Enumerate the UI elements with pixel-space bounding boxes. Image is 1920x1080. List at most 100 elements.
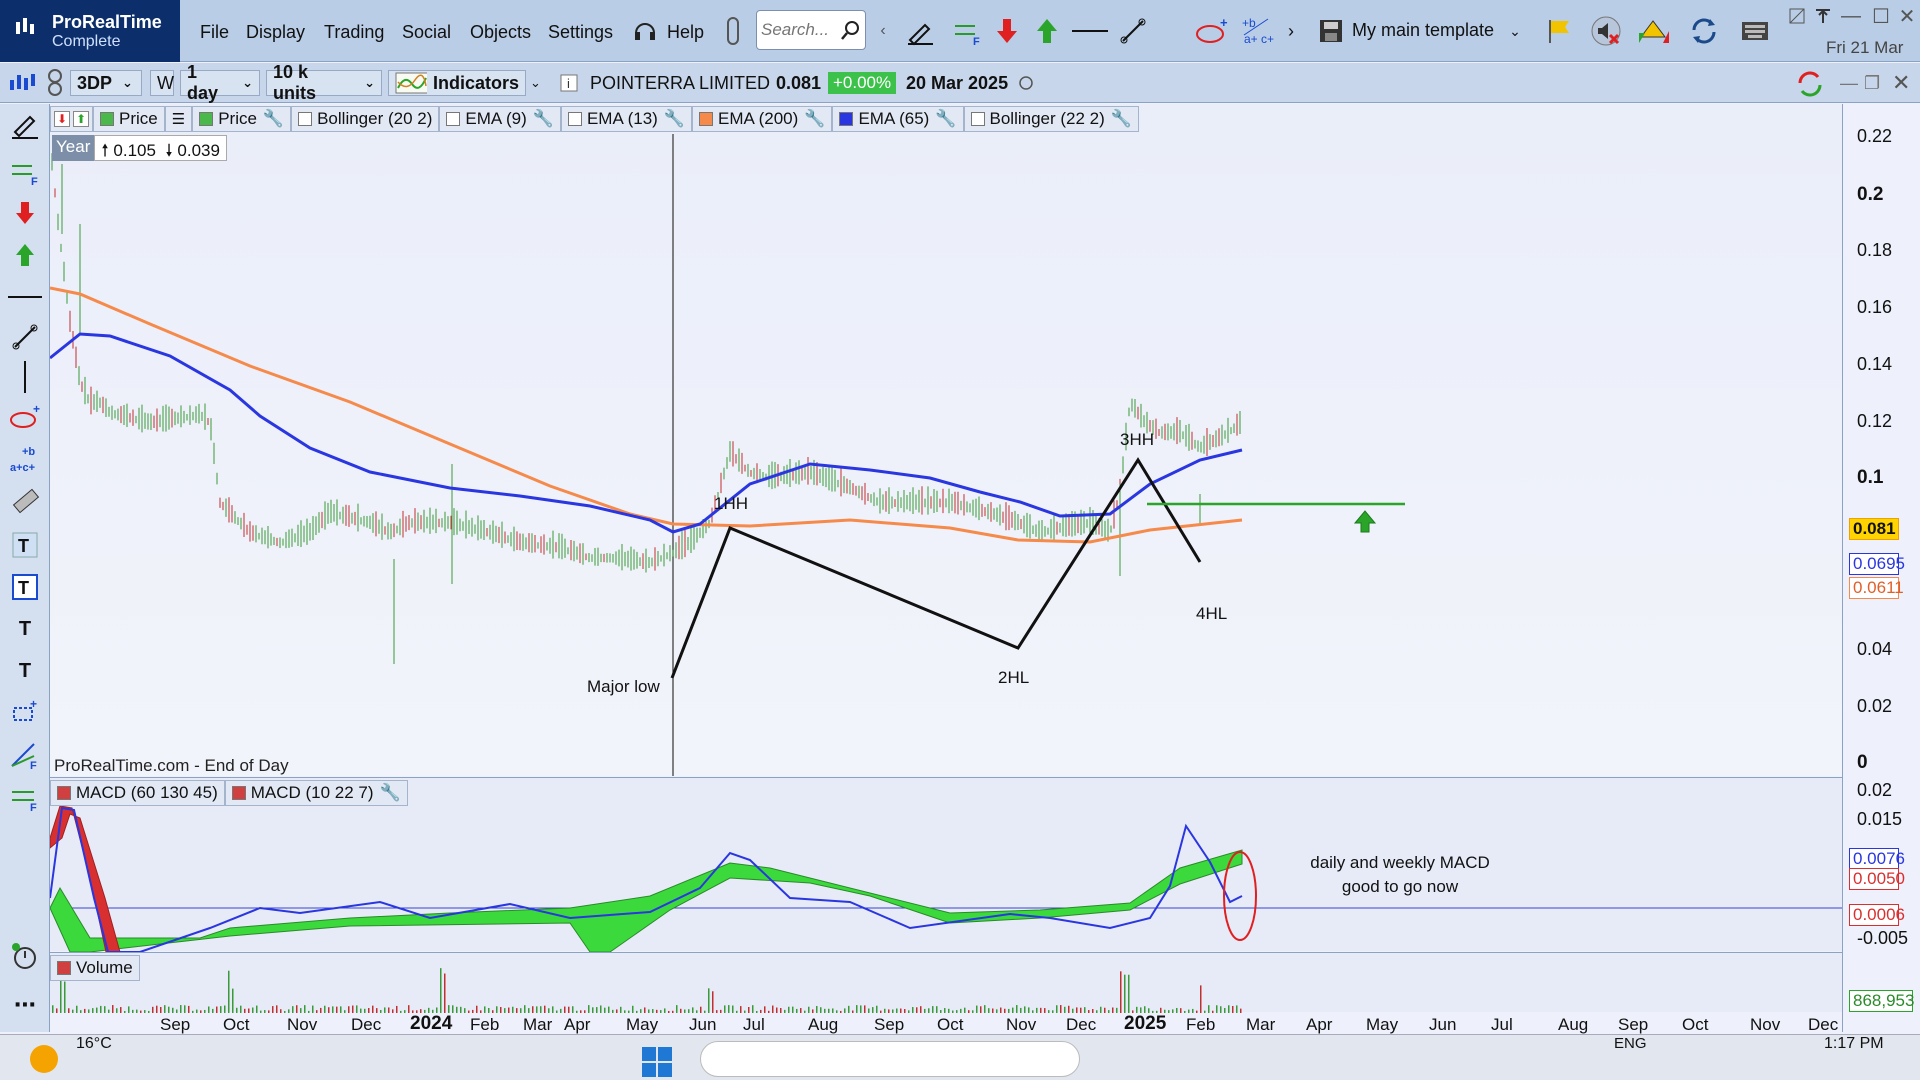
zigzag-pattern-line[interactable]	[670, 457, 1202, 679]
indicator-macd-60-130-45[interactable]: MACD (60 130 45)	[50, 780, 225, 806]
taskbar-search[interactable]	[700, 1041, 1080, 1077]
panel-close-icon[interactable]: ✕	[1892, 70, 1910, 96]
text-bold-icon[interactable]: T	[8, 654, 42, 688]
menu-social[interactable]: Social	[402, 22, 451, 43]
alerts-icon[interactable]	[1636, 11, 1672, 51]
menu-trading[interactable]: Trading	[324, 22, 384, 43]
panel-minimize-icon[interactable]: —	[1840, 70, 1858, 96]
chevron-down-icon[interactable]: ⌄	[530, 70, 541, 96]
sync-icon[interactable]	[1794, 70, 1828, 97]
text-box-tool-icon[interactable]: T	[8, 570, 42, 604]
annotation-1hh[interactable]: 1HH	[714, 494, 748, 514]
scroll-left-icon[interactable]: ‹	[876, 11, 890, 51]
search-input[interactable]	[761, 19, 839, 41]
template-selector[interactable]: My main template ⌄	[1352, 20, 1521, 41]
zone-tool-icon[interactable]: +	[8, 696, 42, 730]
alarm-clock-icon[interactable]	[8, 940, 42, 974]
text-tool-icon[interactable]: T	[8, 528, 42, 562]
horizontal-line-tool-icon[interactable]: F	[950, 11, 986, 51]
restore-window-icon[interactable]	[1786, 4, 1808, 28]
wrench-icon[interactable]: 🔧	[664, 109, 685, 129]
list-icon[interactable]: ☰	[164, 106, 193, 132]
pencil-icon[interactable]	[900, 11, 940, 51]
annotation-2hl[interactable]: 2HL	[998, 668, 1029, 688]
indicator-ema-200[interactable]: EMA (200) 🔧	[691, 106, 833, 132]
panel-restore-icon[interactable]: ❐	[1864, 70, 1880, 96]
wrench-icon[interactable]: 🔧	[935, 109, 956, 129]
volume-panel[interactable]: Volume	[50, 952, 1842, 1013]
indicator-controls[interactable]: ⬇ ⬆	[50, 106, 93, 132]
menu-objects[interactable]: Objects	[470, 22, 531, 43]
price-chart-canvas[interactable]	[50, 104, 1842, 776]
info-icon[interactable]: i	[560, 70, 578, 96]
sell-arrow-icon[interactable]	[992, 11, 1022, 51]
buy-arrow-icon[interactable]	[1032, 11, 1062, 51]
indicator-price-1[interactable]: Price	[93, 106, 165, 132]
timeframe-selector[interactable]: 1 day ⌄	[180, 62, 260, 103]
ruler-icon[interactable]	[8, 484, 42, 518]
annotation-3hh[interactable]: 3HH	[1120, 430, 1154, 450]
keyboard-icon[interactable]	[1738, 11, 1772, 51]
parallel-tool-icon[interactable]: F	[8, 780, 42, 814]
fibonacci-icon[interactable]: +b a+ c+	[1238, 11, 1278, 51]
menu-help[interactable]: Help	[667, 22, 704, 43]
vline-icon[interactable]	[8, 360, 42, 394]
refresh-icon[interactable]	[1686, 11, 1722, 51]
ellipse-tool-icon[interactable]: +	[1192, 11, 1232, 51]
indicator-ema-13[interactable]: EMA (13) 🔧	[560, 106, 692, 132]
price-chart[interactable]: ⬇ ⬆ Price ☰ Price 🔧 Bollinger (20 2) EMA …	[50, 104, 1842, 776]
sound-mute-icon[interactable]	[1588, 11, 1624, 51]
horizontal-line-tool-icon[interactable]: F	[8, 154, 42, 188]
buy-arrow-icon[interactable]	[8, 238, 42, 272]
time-axis[interactable]: Sep Oct Nov Dec 2024 Feb Mar Apr May Jun Jul Aug Sep…	[50, 1012, 1842, 1034]
link-icon[interactable]	[46, 69, 64, 96]
attach-icon[interactable]	[720, 11, 746, 51]
pencil-icon[interactable]	[8, 108, 42, 142]
maximize-icon[interactable]: ☐	[1870, 4, 1892, 28]
trendline-icon[interactable]	[8, 320, 42, 354]
taskbar-clock[interactable]: 1:17 PM	[1824, 1035, 1884, 1053]
minimize-icon[interactable]: —	[1840, 4, 1862, 28]
units-selector[interactable]: 10 k units ⌄	[266, 62, 382, 103]
flag-icon[interactable]	[1542, 11, 1576, 51]
annotation-major-low[interactable]: Major low	[587, 677, 660, 697]
indicator-volume[interactable]: Volume	[50, 955, 140, 981]
fan-tool-icon[interactable]: F	[8, 738, 42, 772]
search-icon[interactable]	[839, 19, 861, 41]
wrench-icon[interactable]: 🔧	[533, 109, 554, 129]
indicator-bollinger-20[interactable]: Bollinger (20 2)	[291, 106, 440, 132]
start-icon[interactable]	[640, 1045, 674, 1079]
buy-arrow-marker[interactable]	[1353, 510, 1377, 533]
wrench-icon[interactable]: 🔧	[1111, 109, 1132, 129]
hline-icon[interactable]	[8, 280, 42, 314]
chart-settings-icon[interactable]	[8, 70, 38, 96]
fibonacci-icon[interactable]: +b a+c+	[8, 442, 42, 476]
headset-icon[interactable]	[630, 11, 660, 51]
price-axis[interactable]: 0.22 0.2 0.18 0.16 0.14 0.12 0.1 0.04 0.…	[1842, 104, 1920, 1032]
wrench-icon[interactable]: 🔧	[263, 109, 284, 129]
trendline-icon[interactable]	[1116, 11, 1150, 51]
pin-icon[interactable]	[1812, 4, 1834, 28]
close-icon[interactable]: ✕	[1896, 4, 1918, 28]
wrench-icon[interactable]: 🔧	[804, 109, 825, 129]
up-arrow-icon[interactable]: ⬆	[73, 111, 89, 127]
language-indicator[interactable]: ENG	[1614, 1035, 1647, 1052]
macd-panel[interactable]: MACD (60 130 45) MACD (10 22 7) 🔧 daily a…	[50, 777, 1842, 952]
save-template-icon[interactable]	[1316, 11, 1346, 51]
menu-display[interactable]: Display	[246, 22, 305, 43]
more-tools-icon[interactable]: ⋯	[8, 988, 42, 1022]
down-arrow-icon[interactable]: ⬇	[54, 111, 70, 127]
sell-arrow-icon[interactable]	[8, 196, 42, 230]
wrench-icon[interactable]: 🔧	[380, 783, 401, 803]
scroll-right-icon[interactable]: ›	[1284, 11, 1298, 51]
indicators-button[interactable]: Indicators	[388, 70, 526, 96]
indicator-macd-10-22-7[interactable]: MACD (10 22 7) 🔧	[224, 780, 408, 806]
ellipse-tool-icon[interactable]: +	[8, 400, 42, 434]
text-plain-icon[interactable]: T	[8, 612, 42, 646]
ticker-selector[interactable]: 3DP ⌄	[70, 70, 142, 96]
menu-file[interactable]: File	[200, 22, 229, 43]
annotation-4hl[interactable]: 4HL	[1196, 604, 1227, 624]
indicator-bollinger-22[interactable]: Bollinger (22 2) 🔧	[963, 106, 1139, 132]
weather-icon[interactable]	[30, 1045, 58, 1073]
menu-settings[interactable]: Settings	[548, 22, 613, 43]
